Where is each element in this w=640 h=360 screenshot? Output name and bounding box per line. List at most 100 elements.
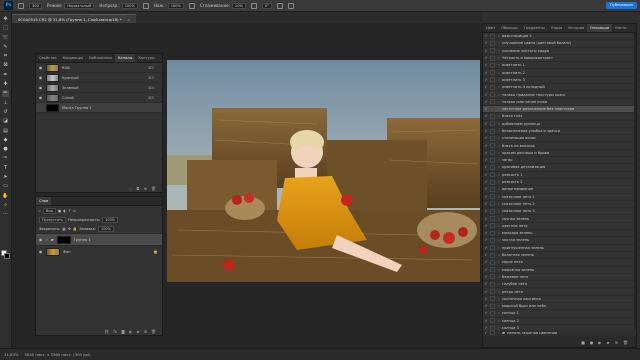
modal-toggle[interactable] <box>490 237 495 243</box>
modal-toggle[interactable] <box>490 55 495 61</box>
action-row[interactable]: ✓ › цветное лето <box>483 223 636 231</box>
path-select-tool-icon[interactable]: ➤ <box>2 174 9 181</box>
modal-toggle[interactable] <box>490 62 495 68</box>
blend-mode-select[interactable]: Пропустить <box>39 216 67 223</box>
action-row[interactable]: ✓ › загар <box>483 157 636 165</box>
photoshop-logo[interactable]: Ps <box>4 1 13 10</box>
new-layer-icon[interactable]: ⊞ <box>144 329 147 334</box>
brush-tool-icon[interactable]: ✏ <box>2 90 9 98</box>
check-icon[interactable]: ✓ <box>483 41 489 45</box>
action-row[interactable]: ✓ › осветлить 2 <box>483 69 636 77</box>
action-row[interactable]: ✓ › только смягчение кожи <box>483 99 636 106</box>
eye-icon[interactable] <box>38 105 43 110</box>
hand-tool-icon[interactable]: ✋ <box>2 193 9 200</box>
tab-swatches[interactable]: Образцы <box>498 24 521 32</box>
modal-toggle[interactable] <box>490 33 495 39</box>
action-row[interactable]: ✓ › болотная зелень <box>483 252 636 260</box>
modal-toggle[interactable] <box>490 259 495 265</box>
modal-toggle[interactable] <box>490 318 495 324</box>
symmetry-icon[interactable] <box>288 2 294 9</box>
modal-toggle[interactable] <box>490 274 495 280</box>
modal-toggle[interactable] <box>490 310 495 316</box>
healing-tool-icon[interactable]: ✚ <box>2 81 9 88</box>
modal-toggle[interactable] <box>490 48 495 54</box>
action-row[interactable]: ✓ › белоснежная улыбка и зрачки <box>483 128 636 136</box>
eyedropper-tool-icon[interactable]: ✒ <box>2 72 9 79</box>
airbrush-icon[interactable] <box>188 2 195 9</box>
action-row[interactable]: ✓ › солнце 1 <box>483 310 636 318</box>
check-icon[interactable]: ✓ <box>483 246 489 250</box>
check-icon[interactable]: ✓ <box>483 253 489 257</box>
modal-toggle[interactable] <box>490 40 495 46</box>
filter-type-icon[interactable]: T <box>68 209 70 213</box>
filter-shape-icon[interactable]: ▭ <box>73 209 76 213</box>
modal-toggle[interactable] <box>490 84 495 90</box>
check-icon[interactable]: ✓ <box>483 165 489 169</box>
channel-row-blue[interactable]: ◉ Синий ⌘5 <box>36 93 162 103</box>
mode-select[interactable]: Нормальный <box>64 2 95 9</box>
check-icon[interactable]: ✓ <box>483 100 489 104</box>
check-icon[interactable]: ✓ <box>483 78 489 82</box>
filter-adjust-icon[interactable]: ◐ <box>63 209 66 213</box>
action-row[interactable]: ✓ › виньетирование <box>483 186 636 194</box>
dodge-tool-icon[interactable]: ● <box>2 146 9 153</box>
modal-toggle[interactable] <box>490 186 495 192</box>
check-icon[interactable]: ✓ <box>483 122 489 126</box>
action-row[interactable]: ✓ › приглушенная зелень <box>483 245 636 252</box>
lock-position-icon[interactable]: ✥ <box>68 227 71 231</box>
eye-icon[interactable]: ◉ <box>38 85 43 90</box>
modal-toggle[interactable] <box>490 128 495 134</box>
trash-icon[interactable]: 🗑 <box>151 186 156 191</box>
gradient-tool-icon[interactable]: ▤ <box>2 128 9 135</box>
new-channel-icon[interactable]: ⊞ <box>144 186 147 191</box>
modal-toggle[interactable] <box>490 330 495 336</box>
layer-opacity-input[interactable]: 100% <box>102 216 118 223</box>
check-icon[interactable]: ✓ <box>483 56 489 60</box>
action-row[interactable]: ✓ › солнечная картинка <box>483 296 636 303</box>
check-icon[interactable]: ✓ <box>483 202 489 206</box>
layer-mask-thumbnail[interactable] <box>56 235 71 244</box>
more-tools-icon[interactable]: ⋯ <box>2 211 9 218</box>
action-row[interactable]: ✓ › частотное разложение без пластиков <box>483 105 636 114</box>
action-row[interactable]: ✓ › морозная зелень <box>483 267 636 274</box>
tab-history[interactable]: История <box>565 24 587 32</box>
adjustment-layer-icon[interactable]: ◐ <box>129 329 133 334</box>
action-row[interactable]: ✓ › серое лето <box>483 259 636 267</box>
check-icon[interactable]: ✓ <box>483 319 489 323</box>
action-row[interactable]: ✓ › сказочное лето 2 <box>483 201 636 209</box>
tab-brushes[interactable]: Кисти <box>612 24 629 32</box>
action-row[interactable]: ✓ › усиление чистоты кадра <box>483 48 636 55</box>
trash-icon[interactable]: 🗑 <box>623 340 628 345</box>
pressure-input[interactable]: 100% <box>167 2 184 9</box>
action-row[interactable]: ✓ › чистая зелень <box>483 237 636 245</box>
modal-toggle[interactable] <box>490 267 495 273</box>
check-icon[interactable]: ✓ <box>483 158 489 162</box>
modal-toggle[interactable] <box>490 230 495 236</box>
action-row[interactable]: ✓ › сказочное лето 3 <box>483 208 636 216</box>
blur-tool-icon[interactable]: ◆ <box>2 137 9 144</box>
modal-toggle[interactable] <box>490 77 495 83</box>
tab-properties[interactable]: Свойства <box>36 54 60 62</box>
layer-row-background[interactable]: ◉ Фон 🔒 <box>36 245 162 257</box>
modal-toggle[interactable] <box>490 172 495 178</box>
tab-channels[interactable]: Каналы <box>114 54 136 62</box>
modal-toggle[interactable] <box>490 164 495 170</box>
pen-tool-icon[interactable]: ✑ <box>2 155 9 162</box>
modal-toggle[interactable] <box>490 223 495 229</box>
eye-icon[interactable]: ◉ <box>38 237 43 242</box>
check-icon[interactable]: ✓ <box>483 224 489 228</box>
document-tab[interactable]: 0C0A0515.CR2 @ 31,8% (Группа 1, Слой-мас… <box>12 14 137 23</box>
modal-toggle[interactable] <box>490 179 495 185</box>
lock-all-icon[interactable]: 🔒 <box>73 227 77 231</box>
close-icon[interactable]: × <box>127 17 130 22</box>
action-row[interactable]: ✓ › Четкость и микроконтраст <box>483 55 636 63</box>
link-layers-icon[interactable]: ⛓ <box>104 329 109 334</box>
marquee-tool-icon[interactable]: ⬚ <box>2 25 9 32</box>
layer-row-group[interactable]: ◉ › ▰ Группа 1 <box>36 233 162 245</box>
check-icon[interactable]: ✓ <box>483 63 489 67</box>
quick-select-tool-icon[interactable]: ✎ <box>2 44 9 51</box>
modal-toggle[interactable] <box>490 303 495 309</box>
modal-toggle[interactable] <box>490 92 495 98</box>
check-icon[interactable]: ✓ <box>483 268 489 272</box>
check-icon[interactable]: ✓ <box>483 217 489 221</box>
